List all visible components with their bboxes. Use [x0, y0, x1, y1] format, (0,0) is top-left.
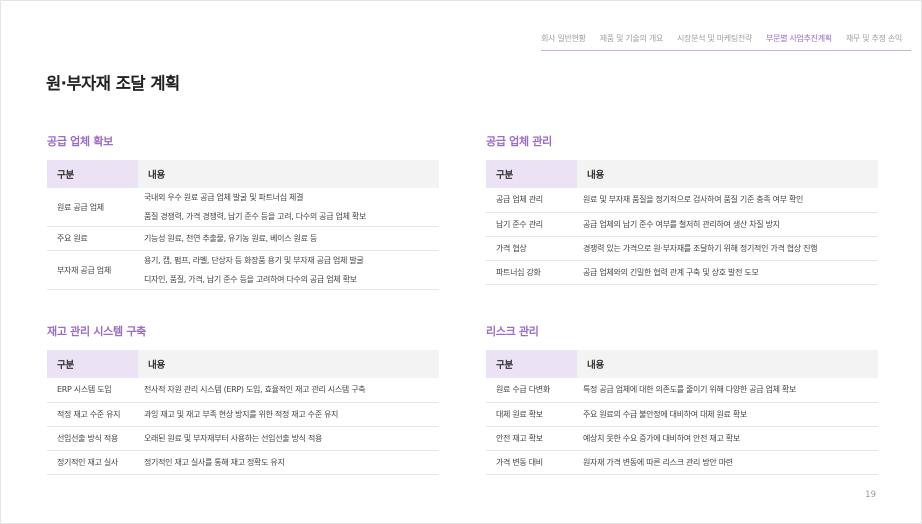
table-row: 가격 협상 경쟁력 있는 가격으로 원·부자재를 조달하기 위해 정기적인 가격… [486, 236, 878, 261]
table-row: 파트너십 강화 공급 업체와의 긴밀한 협력 관계 구축 및 상호 발전 도모 [486, 260, 878, 285]
row-label: 선입선출 방식 적용 [47, 426, 138, 451]
section-inventory-system: 재고 관리 시스템 구축 구분 내용 ERP 시스템 도입 전사적 자원 관리 … [47, 323, 439, 475]
table-row: 부자재 공급 업체 용기, 캡, 펌프, 라벨, 단상자 등 화장품 용기 및 … [47, 250, 439, 290]
section-supplier-acquisition: 공급 업체 확보 구분 내용 원료 공급 업체 국내외 우수 원료 공급 업체 … [47, 133, 439, 290]
row-label: 안전 재고 확보 [486, 426, 577, 451]
row-label: 납기 준수 관리 [486, 212, 577, 237]
row-label: 주요 원료 [47, 226, 138, 251]
table-row: ERP 시스템 도입 전사적 자원 관리 시스템 (ERP) 도입, 효율적인 … [47, 378, 439, 403]
row-label: 파트너십 강화 [486, 260, 577, 285]
content-table: 구분 내용 원료 수급 다변화 특정 공급 업체에 대한 의존도를 줄이기 위해… [486, 350, 878, 475]
header-category: 구분 [47, 350, 138, 378]
row-label: 원료 공급 업체 [47, 188, 138, 227]
header-category: 구분 [486, 160, 577, 188]
row-label: 공급 업체 관리 [486, 188, 577, 213]
row-content: 공급 업체와의 긴밀한 협력 관계 구축 및 상호 발전 도모 [577, 260, 878, 285]
table-row: 납기 준수 관리 공급 업체의 납기 준수 여부를 철저히 관리하여 생산 차질… [486, 212, 878, 237]
row-content: 원자재 가격 변동에 따른 리스크 관리 방안 마련 [577, 450, 878, 475]
row-content-line: 용기, 캡, 펌프, 라벨, 단상자 등 화장품 용기 및 부자재 공급 업체 … [144, 256, 364, 265]
content-table: 구분 내용 ERP 시스템 도입 전사적 자원 관리 시스템 (ERP) 도입,… [47, 350, 439, 475]
row-label: ERP 시스템 도입 [47, 378, 138, 403]
header-category: 구분 [47, 160, 138, 188]
row-content: 과잉 재고 및 재고 부족 현상 방지를 위한 적정 재고 수준 유지 [138, 402, 439, 427]
header-content: 내용 [577, 160, 878, 188]
header-category: 구분 [486, 350, 577, 378]
row-content: 기능성 원료, 천연 추출물, 유기농 원료, 베이스 원료 등 [138, 226, 439, 251]
table-row: 적정 재고 수준 유지 과잉 재고 및 재고 부족 현상 방지를 위한 적정 재… [47, 402, 439, 427]
row-content: 전사적 자원 관리 시스템 (ERP) 도입, 효율적인 재고 관리 시스템 구… [138, 378, 439, 403]
header-content: 내용 [138, 160, 439, 188]
section-supplier-management: 공급 업체 관리 구분 내용 공급 업체 관리 원료 및 부자재 품질을 정기적… [486, 133, 878, 285]
row-content: 원료 및 부자재 품질을 정기적으로 검사하여 품질 기준 충족 여부 확인 [577, 188, 878, 213]
section-title: 공급 업체 확보 [47, 135, 113, 148]
content-table: 구분 내용 원료 공급 업체 국내외 우수 원료 공급 업체 발굴 및 파트너십… [47, 160, 439, 290]
row-content-line: 품질 경쟁력, 가격 경쟁력, 납기 준수 등을 고려, 다수의 공급 업체 확… [144, 212, 367, 221]
section-risk-management: 리스크 관리 구분 내용 원료 수급 다변화 특정 공급 업체에 대한 의존도를… [486, 323, 878, 475]
row-label: 부자재 공급 업체 [47, 250, 138, 290]
table-row: 대체 원료 확보 주요 원료의 수급 불안정에 대비하여 대체 원료 확보 [486, 402, 878, 427]
page-number: 19 [865, 490, 876, 500]
table-row: 공급 업체 관리 원료 및 부자재 품질을 정기적으로 검사하여 품질 기준 충… [486, 188, 878, 213]
row-content: 예상치 못한 수요 증가에 대비하여 안전 재고 확보 [577, 426, 878, 451]
table-header-row: 구분 내용 [486, 160, 878, 188]
section-title: 공급 업체 관리 [486, 135, 552, 148]
header-content: 내용 [138, 350, 439, 378]
table-row: 원료 수급 다변화 특정 공급 업체에 대한 의존도를 줄이기 위해 다양한 공… [486, 378, 878, 403]
row-content: 주요 원료의 수급 불안정에 대비하여 대체 원료 확보 [577, 402, 878, 427]
table-row: 안전 재고 확보 예상치 못한 수요 증가에 대비하여 안전 재고 확보 [486, 426, 878, 451]
content-table: 구분 내용 공급 업체 관리 원료 및 부자재 품질을 정기적으로 검사하여 품… [486, 160, 878, 285]
table-row: 주요 원료 기능성 원료, 천연 추출물, 유기농 원료, 베이스 원료 등 [47, 226, 439, 251]
page-title: 원·부자재 조달 계획 [46, 74, 180, 93]
row-content: 특정 공급 업체에 대한 의존도를 줄이기 위해 다양한 공급 업체 확보 [577, 378, 878, 403]
row-label: 적정 재고 수준 유지 [47, 402, 138, 427]
table-row: 가격 변동 대비 원자재 가격 변동에 따른 리스크 관리 방안 마련 [486, 450, 878, 475]
row-content: 공급 업체의 납기 준수 여부를 철저히 관리하여 생산 차질 방지 [577, 212, 878, 237]
row-content: 경쟁력 있는 가격으로 원·부자재를 조달하기 위해 정기적인 가격 협상 진행 [577, 236, 878, 261]
row-content-line: 국내외 우수 원료 공급 업체 발굴 및 파트너십 체결 [144, 193, 304, 202]
table-header-row: 구분 내용 [486, 350, 878, 378]
nav-divider [541, 50, 911, 51]
row-label: 가격 변동 대비 [486, 450, 577, 475]
slide-page: 회사 일반현황 제품 및 기술의 개요 시장분석 및 마케팅전략 부문별 사업추… [0, 0, 922, 524]
section-title: 리스크 관리 [486, 325, 539, 338]
row-content: 용기, 캡, 펌프, 라벨, 단상자 등 화장품 용기 및 부자재 공급 업체 … [138, 250, 439, 290]
table-header-row: 구분 내용 [47, 160, 439, 188]
row-content: 국내외 우수 원료 공급 업체 발굴 및 파트너십 체결 품질 경쟁력, 가격 … [138, 188, 439, 227]
table-row: 선입선출 방식 적용 오래된 원료 및 부자재부터 사용하는 선입선출 방식 적… [47, 426, 439, 451]
table-row: 원료 공급 업체 국내외 우수 원료 공급 업체 발굴 및 파트너십 체결 품질… [47, 188, 439, 227]
section-title: 재고 관리 시스템 구축 [47, 325, 146, 338]
row-label: 가격 협상 [486, 236, 577, 261]
table-header-row: 구분 내용 [47, 350, 439, 378]
table-row: 정기적인 재고 실사 정기적인 재고 실사를 통해 재고 정확도 유지 [47, 450, 439, 475]
row-label: 정기적인 재고 실사 [47, 450, 138, 475]
row-content: 정기적인 재고 실사를 통해 재고 정확도 유지 [138, 450, 439, 475]
row-label: 대체 원료 확보 [486, 402, 577, 427]
header-content: 내용 [577, 350, 878, 378]
row-content: 오래된 원료 및 부자재부터 사용하는 선입선출 방식 적용 [138, 426, 439, 451]
row-content-line: 디자인, 품질, 가격, 납기 준수 등을 고려하여 다수의 공급 업체 확보 [144, 275, 357, 284]
row-label: 원료 수급 다변화 [486, 378, 577, 403]
